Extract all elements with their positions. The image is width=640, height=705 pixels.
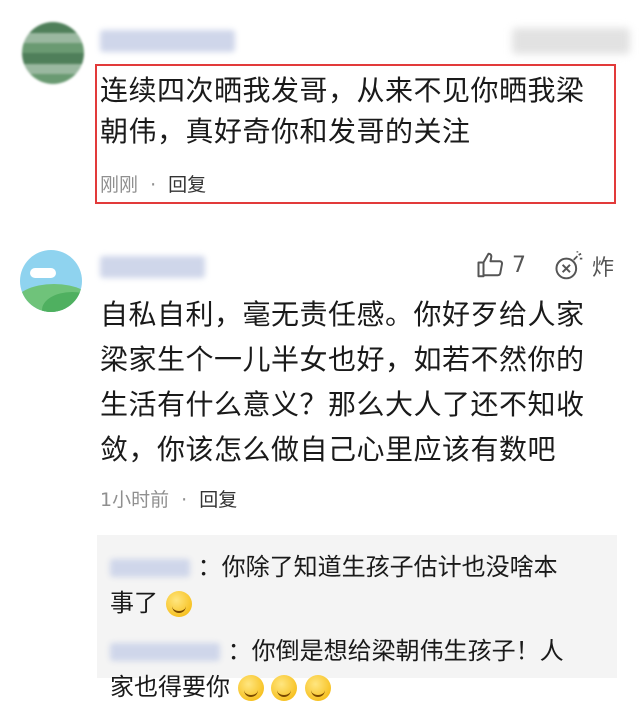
avatar[interactable] bbox=[22, 22, 84, 84]
reply-button[interactable]: 回复 bbox=[199, 489, 237, 511]
reply-text: 家也得要你 bbox=[110, 673, 230, 701]
bomb-label: 炸 bbox=[592, 256, 615, 281]
avatar[interactable] bbox=[20, 250, 82, 312]
like-button[interactable]: 7 bbox=[476, 250, 526, 280]
comment-body: 自私自利，毫无责任感。你好歹给人家 梁家生个一儿半女也好，如若不然你的 生活有什… bbox=[100, 292, 620, 472]
timestamp: 1小时前 bbox=[100, 489, 170, 511]
username-blurred[interactable] bbox=[100, 30, 235, 52]
reply-item[interactable]: ：你倒是想给梁朝伟生孩子！人 家也得要你 bbox=[110, 633, 610, 705]
bomb-button[interactable]: 炸 bbox=[554, 250, 614, 282]
reply-colon: ： bbox=[227, 637, 252, 665]
username-blurred[interactable] bbox=[100, 256, 205, 278]
reply-colon: ： bbox=[197, 553, 222, 581]
separator-dot: · bbox=[150, 174, 157, 196]
comment-meta: 1小时前 · 回复 bbox=[100, 485, 237, 512]
reply-text: 你除了知道生孩子估计也没啥本 bbox=[221, 553, 558, 581]
comment-line: 梁家生个一儿半女也好，如若不然你的 bbox=[100, 343, 585, 376]
reply-text: 你倒是想给梁朝伟生孩子！人 bbox=[251, 637, 564, 665]
grin-emoji-icon bbox=[271, 675, 298, 701]
like-count: 7 bbox=[512, 252, 526, 278]
grin-emoji-icon bbox=[237, 675, 264, 701]
meta-blurred bbox=[512, 28, 630, 54]
comment-line: 连续四次晒我发哥，从来不见你晒我梁 bbox=[100, 74, 585, 107]
comment-line: 自私自利，毫无责任感。你好歹给人家 bbox=[100, 298, 585, 331]
cloud-shape bbox=[30, 268, 56, 278]
grin-emoji-icon bbox=[165, 591, 192, 617]
grin-emoji-icon bbox=[304, 675, 331, 701]
comment-line: 敛，你该怎么做自己心里应该有数吧 bbox=[100, 433, 557, 466]
separator-dot: · bbox=[181, 489, 188, 511]
thumbs-up-icon bbox=[477, 252, 504, 278]
comment-body: 连续四次晒我发哥，从来不见你晒我梁 朝伟，真好奇你和发哥的关注 bbox=[100, 70, 610, 152]
bomb-icon bbox=[555, 251, 583, 280]
comment-line: 朝伟，真好奇你和发哥的关注 bbox=[100, 115, 471, 148]
reply-item[interactable]: ：你除了知道生孩子估计也没啥本 事了 bbox=[110, 549, 610, 621]
comment-line: 生活有什么意义？那么大人了还不知收 bbox=[100, 388, 585, 421]
reply-text: 事了 bbox=[110, 589, 158, 617]
reply-username-blurred[interactable] bbox=[110, 643, 220, 661]
reply-username-blurred[interactable] bbox=[110, 559, 190, 577]
comment-meta: 刚刚 · 回复 bbox=[100, 170, 206, 197]
timestamp: 刚刚 bbox=[100, 174, 139, 196]
reply-button[interactable]: 回复 bbox=[168, 174, 206, 196]
